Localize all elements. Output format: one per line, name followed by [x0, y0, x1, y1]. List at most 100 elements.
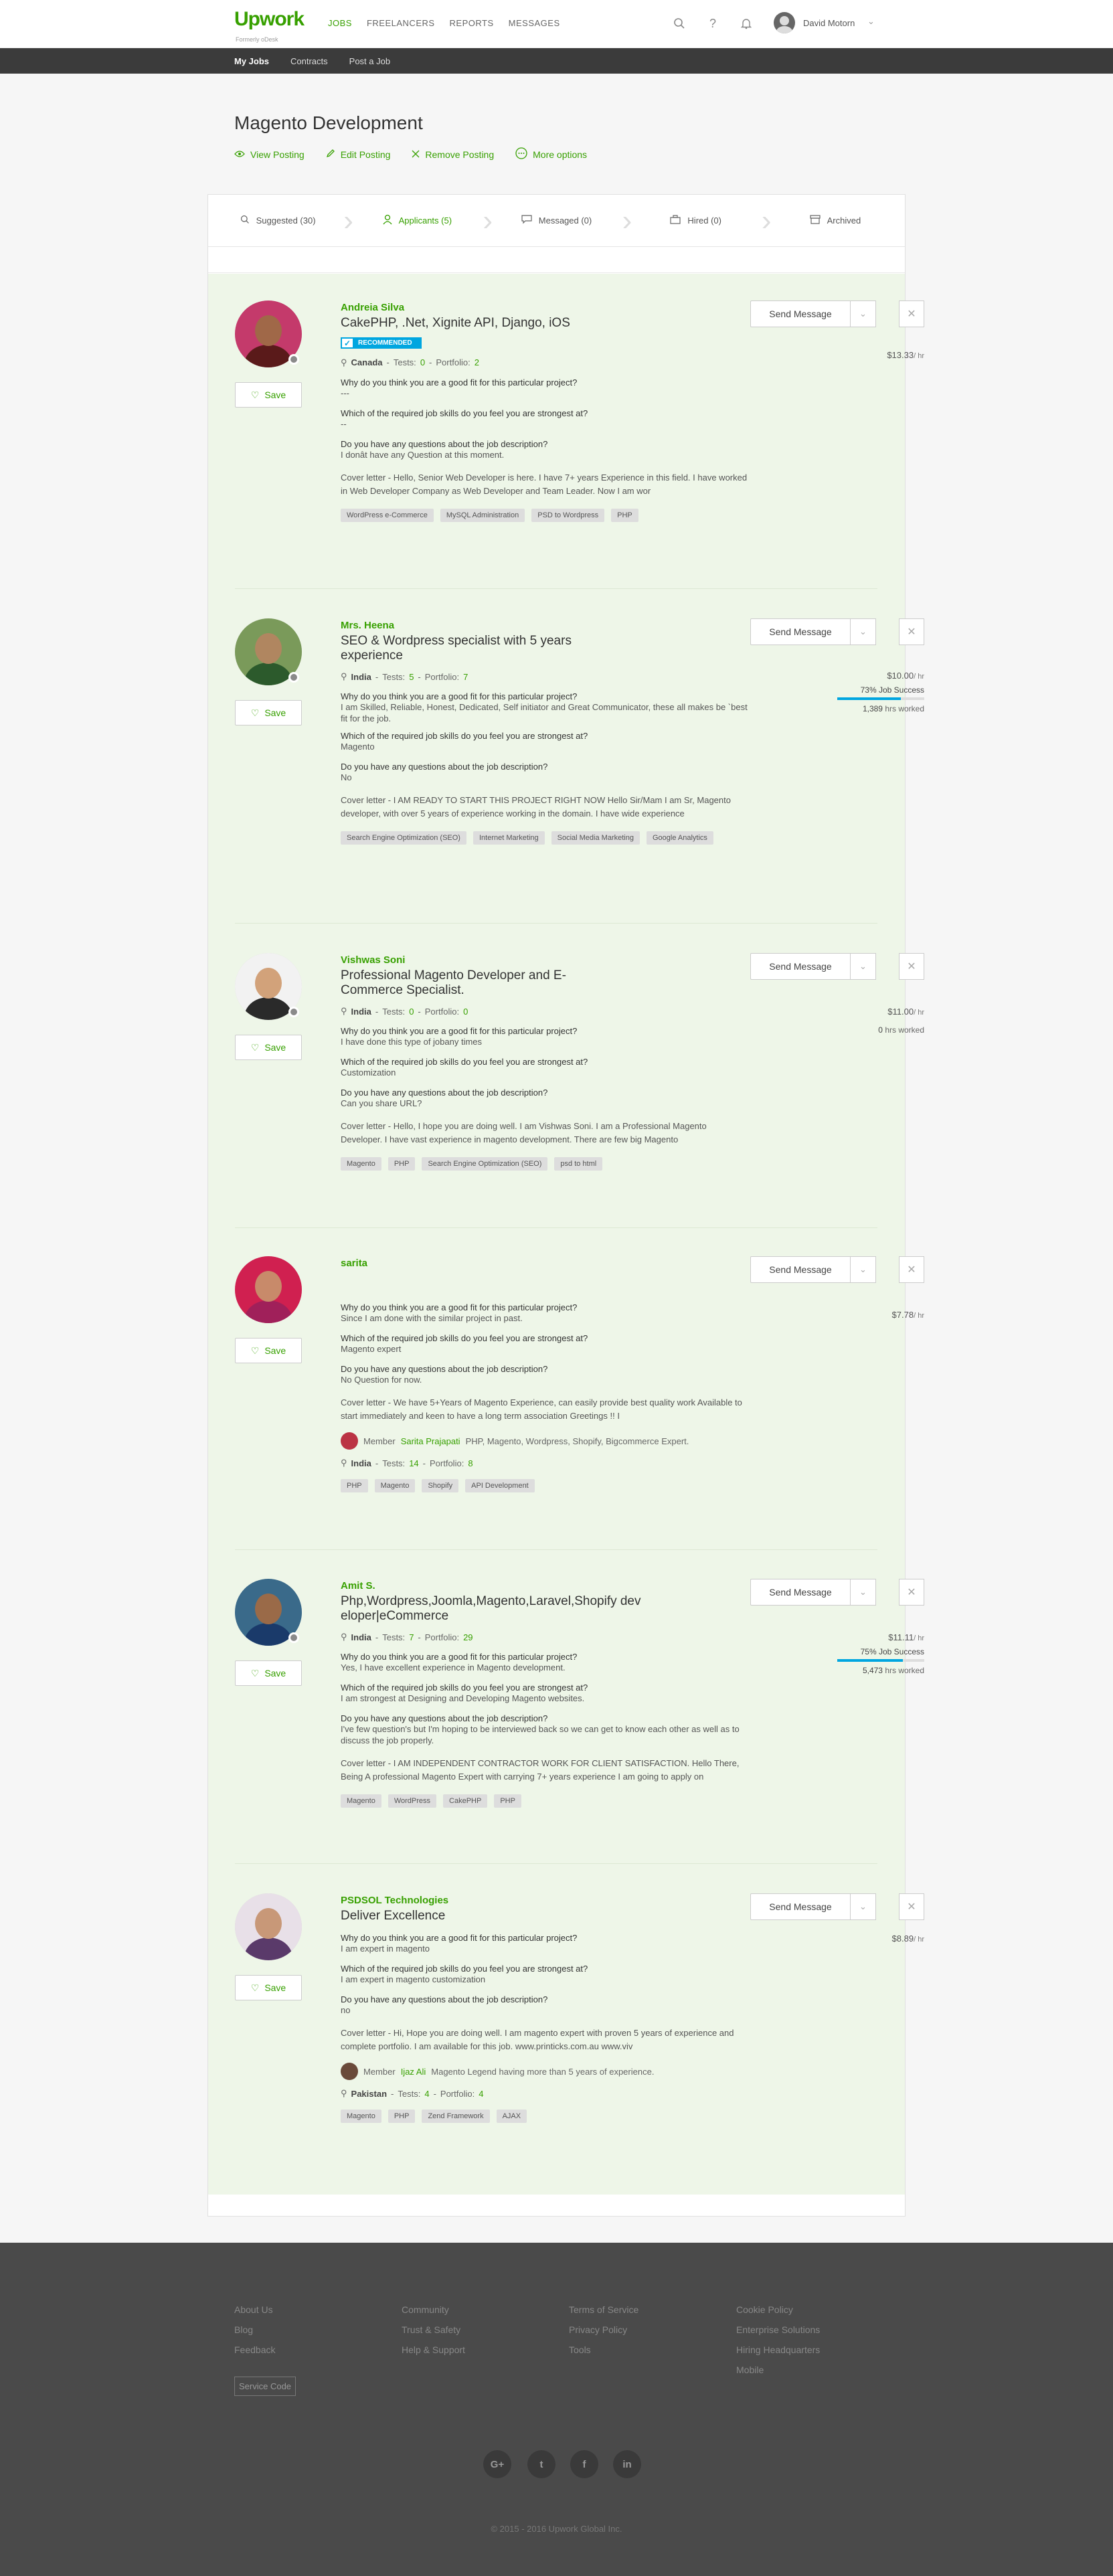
member-name[interactable]: Ijaz Ali — [401, 2067, 426, 2077]
skill-tag[interactable]: PHP — [341, 1479, 368, 1492]
tab-archived[interactable]: Archived — [766, 195, 905, 246]
skill-tag[interactable]: WordPress e-Commerce — [341, 508, 434, 522]
close-icon[interactable]: ✕ — [899, 953, 924, 980]
user-name[interactable]: David Motorn — [803, 18, 855, 28]
cover-letter[interactable]: Cover letter - Hi, Hope you are doing we… — [341, 2027, 749, 2053]
applicant-name[interactable]: Vishwas Soni — [341, 954, 749, 966]
save-button[interactable]: ♡ Save — [235, 1338, 302, 1363]
applicant-photo[interactable] — [235, 1256, 302, 1323]
skill-tag[interactable]: Social Media Marketing — [551, 831, 640, 845]
send-message-button[interactable]: Send Message — [750, 1256, 851, 1283]
send-message-button[interactable]: Send Message — [750, 1893, 851, 1920]
skill-tag[interactable]: Zend Framework — [422, 2110, 490, 2123]
close-icon[interactable]: ✕ — [899, 1893, 924, 1920]
skill-tag[interactable]: MySQL Administration — [440, 508, 525, 522]
member-avatar[interactable] — [341, 1432, 358, 1450]
cover-letter[interactable]: Cover letter - Hello, I hope you are doi… — [341, 1120, 749, 1146]
cover-letter[interactable]: Cover letter - Hello, Senior Web Develop… — [341, 471, 749, 498]
nav-messages[interactable]: MESSAGES — [509, 18, 560, 28]
subnav-my-jobs[interactable]: My Jobs — [234, 56, 269, 66]
subnav-contracts[interactable]: Contracts — [290, 56, 328, 66]
remove-posting-link[interactable]: Remove Posting — [412, 147, 494, 161]
send-message-button[interactable]: Send Message — [750, 300, 851, 327]
facebook-icon[interactable]: f — [570, 2450, 598, 2478]
chevron-down-icon[interactable]: ⌄ — [851, 1893, 876, 1920]
search-icon[interactable] — [671, 15, 688, 32]
chevron-down-icon[interactable]: ⌄ — [851, 953, 876, 980]
cover-letter[interactable]: Cover letter - I AM READY TO START THIS … — [341, 794, 749, 821]
skill-tag[interactable]: PHP — [388, 2110, 416, 2123]
tab-applicants[interactable]: Applicants (5) › — [347, 195, 493, 246]
chevron-down-icon[interactable]: ⌄ — [867, 16, 875, 27]
user-avatar[interactable] — [774, 12, 795, 33]
view-posting-link[interactable]: View Posting — [234, 147, 305, 161]
skill-tag[interactable]: Magento — [374, 1479, 416, 1492]
skill-tag[interactable]: PHP — [611, 508, 638, 522]
skill-tag[interactable]: AJAX — [496, 2110, 527, 2123]
member-avatar[interactable] — [341, 2063, 358, 2080]
save-button[interactable]: ♡ Save — [235, 1035, 302, 1060]
applicant-name[interactable]: Amit S. — [341, 1580, 749, 1592]
more-options-link[interactable]: More options — [515, 147, 587, 161]
skill-tag[interactable]: Search Engine Optimization (SEO) — [422, 1157, 548, 1171]
skill-tag[interactable]: Internet Marketing — [473, 831, 545, 845]
close-icon[interactable]: ✕ — [899, 618, 924, 645]
footer-link[interactable]: Blog — [234, 2320, 275, 2340]
skill-tag[interactable]: API Development — [465, 1479, 535, 1492]
footer-link[interactable]: Hiring Headquarters — [736, 2340, 820, 2360]
applicant-name[interactable]: Andreia Silva — [341, 302, 749, 313]
skill-tag[interactable]: Google Analytics — [646, 831, 713, 845]
edit-posting-link[interactable]: Edit Posting — [326, 147, 390, 161]
nav-reports[interactable]: REPORTS — [450, 18, 494, 28]
linkedin-icon[interactable]: in — [613, 2450, 641, 2478]
save-button[interactable]: ♡ Save — [235, 700, 302, 725]
chevron-down-icon[interactable]: ⌄ — [851, 300, 876, 327]
service-code-button[interactable]: Service Code — [234, 2377, 296, 2396]
applicant-name[interactable]: sarita — [341, 1258, 749, 1269]
skill-tag[interactable]: PSD to Wordpress — [531, 508, 605, 522]
skill-tag[interactable]: CakePHP — [443, 1794, 488, 1808]
close-icon[interactable]: ✕ — [899, 1579, 924, 1606]
skill-tag[interactable]: Search Engine Optimization (SEO) — [341, 831, 466, 845]
chevron-down-icon[interactable]: ⌄ — [851, 1256, 876, 1283]
applicant-photo[interactable] — [235, 1893, 302, 1960]
cover-letter[interactable]: Cover letter - We have 5+Years of Magent… — [341, 1396, 749, 1423]
upwork-logo[interactable]: Upwork Formerly oDesk — [234, 9, 305, 44]
skill-tag[interactable]: psd to html — [554, 1157, 603, 1171]
member-name[interactable]: Sarita Prajapati — [401, 1436, 460, 1446]
nav-jobs[interactable]: JOBS — [328, 18, 352, 28]
skill-tag[interactable]: PHP — [494, 1794, 521, 1808]
footer-link[interactable]: Mobile — [736, 2360, 820, 2380]
close-icon[interactable]: ✕ — [899, 1256, 924, 1283]
footer-link[interactable]: Help & Support — [402, 2340, 465, 2360]
subnav-post-a-job[interactable]: Post a Job — [349, 56, 390, 66]
save-button[interactable]: ♡ Save — [235, 382, 302, 408]
tab-messaged[interactable]: Messaged (0) › — [487, 195, 632, 246]
footer-link[interactable]: Cookie Policy — [736, 2300, 820, 2320]
tab-suggested[interactable]: Suggested (30) › — [208, 195, 353, 246]
send-message-button[interactable]: Send Message — [750, 618, 851, 645]
google-plus-icon[interactable]: G+ — [483, 2450, 511, 2478]
footer-link[interactable]: Feedback — [234, 2340, 275, 2360]
applicant-name[interactable]: Mrs. Heena — [341, 620, 749, 631]
chevron-down-icon[interactable]: ⌄ — [851, 1579, 876, 1606]
skill-tag[interactable]: Magento — [341, 1157, 381, 1171]
footer-link[interactable]: Terms of Service — [569, 2300, 638, 2320]
twitter-icon[interactable]: t — [527, 2450, 555, 2478]
help-icon[interactable]: ? — [704, 15, 721, 32]
footer-link[interactable]: About Us — [234, 2300, 275, 2320]
footer-link[interactable]: Tools — [569, 2340, 638, 2360]
cover-letter[interactable]: Cover letter - I AM INDEPENDENT CONTRACT… — [341, 1757, 749, 1784]
send-message-button[interactable]: Send Message — [750, 953, 851, 980]
bell-icon[interactable] — [738, 15, 755, 32]
footer-link[interactable]: Privacy Policy — [569, 2320, 638, 2340]
skill-tag[interactable]: Magento — [341, 1794, 381, 1808]
tab-hired[interactable]: Hired (0) › — [626, 195, 771, 246]
footer-link[interactable]: Trust & Safety — [402, 2320, 465, 2340]
chevron-down-icon[interactable]: ⌄ — [851, 618, 876, 645]
send-message-button[interactable]: Send Message — [750, 1579, 851, 1606]
footer-link[interactable]: Community — [402, 2300, 465, 2320]
skill-tag[interactable]: WordPress — [388, 1794, 437, 1808]
save-button[interactable]: ♡ Save — [235, 1660, 302, 1686]
skill-tag[interactable]: Magento — [341, 2110, 381, 2123]
